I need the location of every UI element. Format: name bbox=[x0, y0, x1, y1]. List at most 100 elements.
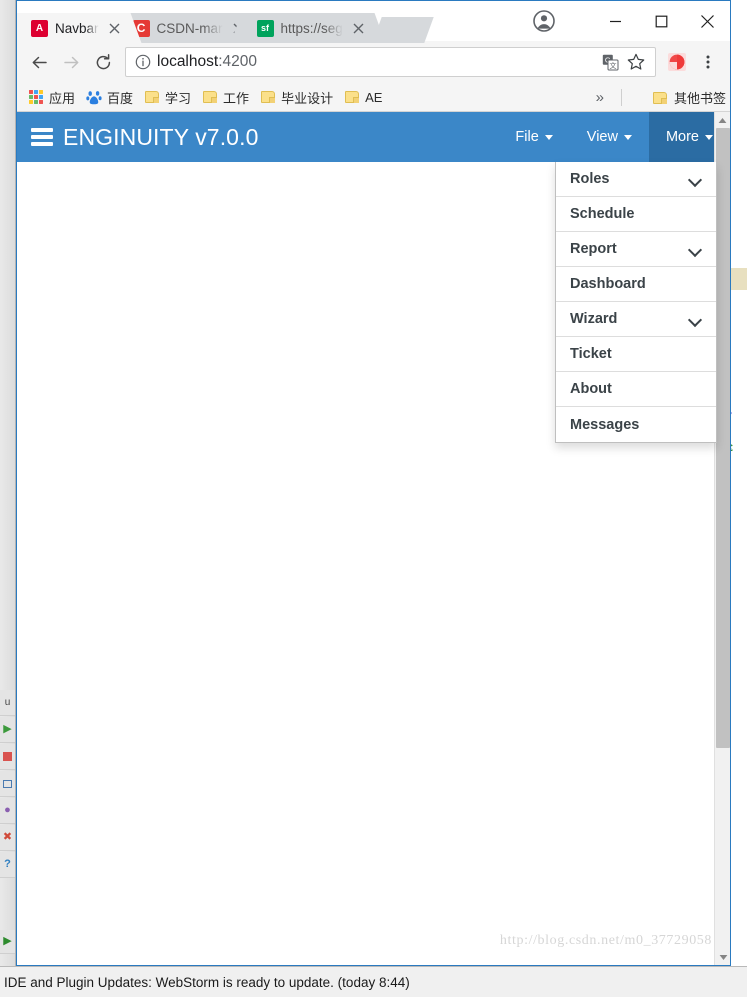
tab-close-icon[interactable] bbox=[107, 20, 123, 36]
nav-item-view[interactable]: View bbox=[570, 112, 649, 162]
bookmarks-overflow-button[interactable]: » bbox=[588, 83, 612, 112]
profile-avatar[interactable] bbox=[524, 1, 564, 41]
chevron-down-icon bbox=[623, 134, 632, 140]
bookmark-other-bookmarks[interactable]: 其他书签 bbox=[652, 83, 726, 112]
folder-icon bbox=[201, 89, 218, 106]
bookmark-label: 毕业设计 bbox=[281, 90, 334, 106]
menu-item-label: About bbox=[570, 381, 612, 397]
menu-item-wizard[interactable]: Wizard bbox=[556, 302, 716, 337]
chevron-down-icon bbox=[705, 134, 713, 140]
url-host: localhost bbox=[157, 53, 219, 70]
folder-icon bbox=[259, 89, 276, 106]
star-icon[interactable] bbox=[623, 49, 649, 75]
close-icon[interactable]: ✖ bbox=[0, 825, 15, 851]
baidu-icon bbox=[85, 89, 102, 106]
apps-grid-icon bbox=[27, 89, 44, 106]
terminal-icon[interactable] bbox=[0, 771, 15, 797]
url-text[interactable]: localhost:4200 bbox=[154, 53, 597, 71]
minimize-icon[interactable] bbox=[592, 1, 638, 41]
menu-item-label: Roles bbox=[570, 171, 610, 187]
menu-item-label: Ticket bbox=[570, 346, 612, 362]
bookmark-label: 百度 bbox=[107, 90, 134, 106]
angular-favicon: A bbox=[31, 19, 48, 37]
chevron-down-icon[interactable] bbox=[689, 243, 702, 256]
maximize-icon[interactable] bbox=[638, 1, 684, 41]
menu-item-label: Dashboard bbox=[570, 276, 646, 292]
bookmark-label: 学习 bbox=[165, 90, 192, 106]
folder-icon bbox=[143, 89, 160, 106]
browser-toolbar: localhost:4200 G 文 bbox=[17, 41, 730, 83]
menu-item-about[interactable]: About bbox=[556, 372, 716, 407]
stop-icon[interactable] bbox=[0, 744, 15, 770]
bookmark-label: 其他书签 bbox=[673, 91, 726, 106]
menu-item-report[interactable]: Report bbox=[556, 232, 716, 267]
bookmark-label: AE bbox=[365, 89, 383, 105]
back-arrow-icon[interactable] bbox=[23, 46, 55, 78]
info-circle-icon[interactable] bbox=[132, 51, 154, 73]
window-controls[interactable] bbox=[592, 1, 730, 41]
menu-item-schedule[interactable]: Schedule bbox=[556, 197, 716, 232]
scrollbar-thumb[interactable] bbox=[716, 128, 730, 748]
chevron-down-icon[interactable] bbox=[689, 313, 702, 326]
browser-tab-segmentfault[interactable]: sf https://seg bbox=[230, 13, 386, 43]
hamburger-icon[interactable] bbox=[31, 128, 53, 146]
browser-title-bar: A Navbar C CSDN-mar sf https://seg bbox=[17, 1, 730, 43]
bookmark-folder-study[interactable]: 学习 bbox=[139, 86, 197, 109]
tab-title: Navbar bbox=[55, 20, 99, 36]
menu-item-label: Schedule bbox=[570, 206, 635, 222]
folder-icon bbox=[343, 89, 360, 106]
bookmark-folder-work[interactable]: 工作 bbox=[197, 86, 255, 109]
new-tab-button[interactable] bbox=[372, 17, 434, 43]
menu-item-ticket[interactable]: Ticket bbox=[556, 337, 716, 372]
menu-item-label: Report bbox=[570, 241, 617, 257]
nav-item-label: More bbox=[665, 129, 699, 145]
chevron-down-icon[interactable] bbox=[689, 173, 702, 186]
ide-left-toolbar-icons[interactable]: u ▶ ● ✖ ? bbox=[0, 690, 15, 878]
ide-green-run-icon[interactable]: ▶ bbox=[0, 930, 15, 954]
bookmark-baidu[interactable]: 百度 bbox=[81, 86, 139, 109]
page-viewport: ENGINUITY v7.0.0 File View More Roles Sc… bbox=[17, 112, 730, 965]
tab-left-edge bbox=[17, 13, 30, 43]
translate-icon[interactable]: G 文 bbox=[597, 49, 623, 75]
browser-tab-navbar[interactable]: A Navbar bbox=[17, 13, 141, 43]
tab-close-icon[interactable] bbox=[351, 20, 367, 36]
forward-arrow-icon bbox=[55, 46, 87, 78]
close-icon[interactable] bbox=[684, 1, 730, 41]
chrome-browser-window: A Navbar C CSDN-mar sf https://seg local… bbox=[16, 0, 731, 966]
bookmark-label: 应用 bbox=[49, 90, 76, 106]
tab-strip[interactable]: A Navbar C CSDN-mar sf https://seg bbox=[17, 13, 434, 43]
extension-icon[interactable] bbox=[666, 51, 688, 73]
reload-icon[interactable] bbox=[87, 46, 119, 78]
address-bar[interactable]: localhost:4200 G 文 bbox=[125, 47, 656, 77]
svg-text:文: 文 bbox=[609, 60, 616, 69]
run-icon[interactable]: ▶ bbox=[0, 717, 15, 743]
chevron-down-icon bbox=[544, 134, 553, 140]
menu-item-dashboard[interactable]: Dashboard bbox=[556, 267, 716, 302]
help-icon[interactable]: ? bbox=[0, 852, 15, 878]
tab-title: https://seg bbox=[280, 20, 343, 36]
bookmark-folder-thesis[interactable]: 毕业设计 bbox=[255, 86, 339, 109]
menu-item-messages[interactable]: Messages bbox=[556, 407, 716, 442]
scroll-down-arrow-icon[interactable] bbox=[715, 949, 730, 965]
nav-item-label: File bbox=[515, 129, 539, 145]
more-dropdown-menu[interactable]: Roles Schedule Report Dashboard Wizard T… bbox=[555, 162, 717, 443]
three-dot-menu-icon[interactable] bbox=[692, 46, 724, 78]
bookmark-label: 工作 bbox=[223, 90, 250, 106]
app-brand-title: ENGINUITY v7.0.0 bbox=[63, 123, 259, 150]
tab-title: CSDN-mar bbox=[156, 20, 223, 36]
nav-item-file[interactable]: File bbox=[498, 112, 569, 162]
url-port: :4200 bbox=[218, 53, 257, 70]
segmentfault-favicon: sf bbox=[256, 19, 274, 37]
scroll-up-arrow-icon[interactable] bbox=[715, 112, 730, 128]
app-nav-items: File View More bbox=[498, 112, 730, 162]
menu-item-roles[interactable]: Roles bbox=[556, 162, 716, 197]
ide-icon-u[interactable]: u bbox=[0, 690, 15, 716]
nav-item-label: View bbox=[586, 129, 618, 145]
folder-icon bbox=[652, 89, 669, 106]
watermark-text: http://blog.csdn.net/m0_37729058 bbox=[499, 933, 712, 948]
bookmark-apps[interactable]: 应用 bbox=[23, 86, 81, 109]
debug-icon[interactable]: ● bbox=[0, 798, 15, 824]
bookmark-folder-ae[interactable]: AE bbox=[339, 87, 388, 108]
menu-item-label: Wizard bbox=[570, 311, 618, 327]
ide-status-bar: IDE and Plugin Updates: WebStorm is read… bbox=[0, 966, 747, 997]
